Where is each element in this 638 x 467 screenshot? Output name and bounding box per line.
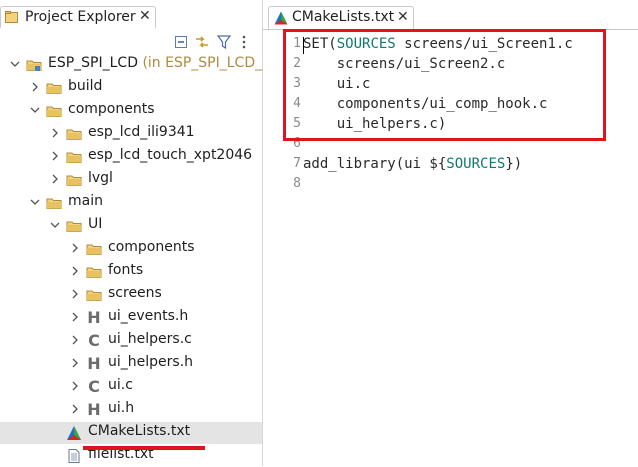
folder-icon (66, 152, 82, 163)
collapse-all-icon[interactable] (172, 33, 190, 51)
cmake-icon (274, 11, 288, 25)
highlight-underline (83, 446, 205, 450)
folder-icon (46, 83, 62, 94)
chevron-right-icon[interactable] (70, 289, 80, 299)
tree-item[interactable]: esp_lcd_ili9341 (0, 123, 262, 145)
code-text: add_library(ui ${SOURCES}) (303, 156, 522, 172)
chevron-right-icon[interactable] (70, 266, 80, 276)
chevron-down-icon[interactable] (50, 220, 60, 230)
tree-item-label: ui_helpers.h (108, 354, 194, 370)
chevron-down-icon[interactable] (30, 197, 40, 207)
tree-item-label: esp_lcd_touch_xpt2046 (88, 147, 253, 163)
c-file-icon: C (88, 377, 100, 396)
folder-icon (86, 290, 102, 301)
chevron-right-icon[interactable] (70, 381, 80, 391)
folder-icon (66, 175, 82, 186)
project-explorer-tab[interactable]: Project Explorer ✕ (0, 6, 156, 28)
tree-item-label: ui.h (108, 400, 135, 416)
tree-item[interactable]: Cui.c (0, 376, 262, 398)
tree-item-label: ui.c (108, 377, 133, 393)
project-location-label: (in ESP_SPI_LCD_PA (138, 55, 280, 71)
chevron-right-icon[interactable] (50, 174, 60, 184)
folder-icon (66, 129, 82, 140)
tree-item[interactable]: main (0, 192, 262, 214)
tree-item-label: esp_lcd_ili9341 (88, 124, 195, 140)
tree-item-label: ui_helpers.c (108, 331, 192, 347)
tree-item-label: main (68, 193, 103, 209)
tree-item[interactable]: Cui_helpers.c (0, 330, 262, 352)
chevron-right-icon[interactable] (70, 312, 80, 322)
tree-item[interactable]: screens (0, 284, 262, 306)
chevron-right-icon[interactable] (70, 335, 80, 345)
h-file-icon: H (87, 308, 101, 327)
tree-item[interactable]: ESP_SPI_LCD (in ESP_SPI_LCD_PA (0, 54, 279, 76)
folder-icon (46, 106, 62, 117)
tree-item[interactable]: Hui_events.h (0, 307, 262, 329)
tree-item-label: components (108, 239, 195, 255)
cmake-icon (67, 426, 81, 440)
folder-icon (66, 221, 82, 232)
line-number: 8 (293, 176, 301, 191)
chevron-right-icon[interactable] (30, 82, 40, 92)
code-token: }) (505, 156, 523, 172)
tree-item[interactable]: esp_lcd_touch_xpt2046 (0, 146, 262, 168)
folder-icon (86, 244, 102, 255)
tree-item[interactable]: components (0, 100, 262, 122)
close-icon[interactable]: ✕ (397, 9, 409, 25)
line-number: 7 (293, 156, 301, 171)
close-icon[interactable]: ✕ (139, 8, 151, 24)
tree-item[interactable]: lvgl (0, 169, 262, 191)
folder-icon (46, 198, 62, 209)
folder-icon (86, 267, 102, 278)
h-file-icon: H (87, 400, 101, 419)
tree-item[interactable]: Hui.h (0, 399, 262, 421)
tree-item-label: fonts (108, 262, 144, 278)
highlight-box (283, 29, 606, 141)
code-token: add_library(ui ${ (303, 156, 447, 172)
tree-item-label: components (68, 101, 155, 117)
text-file-icon (68, 449, 80, 463)
h-file-icon: H (87, 354, 101, 373)
filter-icon[interactable] (215, 33, 233, 51)
tree-item-label: ui_events.h (108, 308, 189, 324)
editor-tab-label: CMakeLists.txt (292, 9, 395, 25)
project-explorer-panel: Project Explorer ✕ ESP_SPI_LCD (in ESP_S… (0, 0, 279, 466)
chevron-right-icon[interactable] (50, 128, 60, 138)
tree-item[interactable]: UI (0, 215, 262, 237)
editor-tab-cmakelists[interactable]: CMakeLists.txt ✕ (268, 6, 414, 30)
tree-item-label: ESP_SPI_LCD (in ESP_SPI_LCD_PA (48, 55, 280, 71)
variable-token: SOURCES (446, 156, 506, 172)
tree-item[interactable]: CMakeLists.txt (0, 422, 262, 444)
chevron-right-icon[interactable] (70, 243, 80, 253)
chevron-right-icon[interactable] (70, 404, 80, 414)
tree-item[interactable]: fonts (0, 261, 262, 283)
link-with-editor-icon[interactable] (193, 33, 211, 51)
project-folder-icon (26, 60, 42, 71)
tree-item-label: build (68, 78, 103, 94)
tree-item-label: lvgl (88, 170, 113, 186)
project-explorer-icon (5, 11, 18, 23)
tree-item[interactable]: Hui_helpers.h (0, 353, 262, 375)
tree-item[interactable]: components (0, 238, 262, 260)
tree-item[interactable]: build (0, 77, 262, 99)
tree-item-label: UI (88, 216, 103, 232)
chevron-down-icon[interactable] (30, 105, 40, 115)
tree-item-label: screens (108, 285, 162, 301)
chevron-right-icon[interactable] (70, 358, 80, 368)
view-menu-icon[interactable] (235, 33, 253, 51)
chevron-right-icon[interactable] (50, 151, 60, 161)
chevron-down-icon[interactable] (10, 59, 20, 69)
project-explorer-tab-label: Project Explorer (25, 9, 136, 25)
tree-item-label: CMakeLists.txt (88, 423, 191, 439)
text-caret (303, 37, 304, 54)
c-file-icon: C (88, 331, 100, 350)
